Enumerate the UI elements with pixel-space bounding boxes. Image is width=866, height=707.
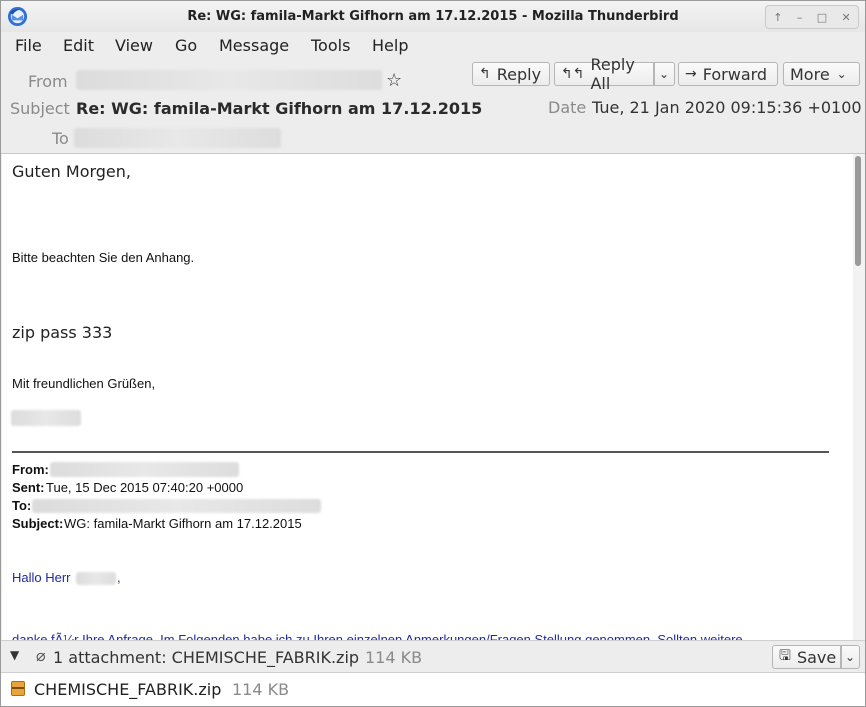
window-title: Re: WG: famila-Markt Gifhorn am 17.12.20… (187, 9, 679, 24)
closing-text: Mit freundlichen Grüßen, (12, 376, 156, 391)
body-line-attachment: Bitte beachten Sie den Anhang. (12, 250, 195, 265)
attachment-summary[interactable]: 1 attachment: CHEMISCHE_FABRIK.zip (53, 648, 359, 667)
reply-all-dropdown[interactable]: ⌄ (654, 62, 675, 86)
subject-label: Subject (10, 99, 70, 118)
maximize-icon[interactable]: □ (817, 11, 827, 24)
subject-value: Re: WG: famila-Markt Gifhorn am 17.12.20… (76, 99, 483, 118)
from-label: From (28, 72, 68, 91)
save-label: Save (796, 647, 837, 667)
window-controls: ↑ – □ ✕ (765, 5, 859, 29)
message-body[interactable]: Guten Morgen, Bitte beachten Sie den Anh… (2, 154, 853, 640)
attachment-summary-size: 114 KB (365, 648, 423, 667)
attachment-item[interactable]: CHEMISCHE_FABRIK.zip 114 KB (1, 673, 865, 706)
quoted-subject-value: WG: famila-Markt Gifhorn am 17.12.2015 (64, 516, 302, 531)
paperclip-icon: ⌀ (36, 646, 46, 665)
menu-go[interactable]: Go (175, 36, 197, 55)
to-label: To (52, 129, 69, 148)
message-header: From ☆ Subject Re: WG: famila-Markt Gifh… (1, 55, 865, 154)
attachment-list: CHEMISCHE_FABRIK.zip 114 KB (1, 672, 865, 706)
forward-button[interactable]: → Forward (678, 62, 778, 86)
reply-button[interactable]: ↰ Reply (472, 62, 550, 86)
forward-label: Forward (702, 64, 768, 84)
quoted-from-redacted (50, 462, 239, 477)
quoted-sent-label: Sent: (12, 480, 45, 495)
attachment-size: 114 KB (232, 680, 290, 699)
quoted-sent-value: Tue, 15 Dec 2015 07:40:20 +0000 (46, 480, 244, 495)
menu-view[interactable]: View (115, 36, 153, 55)
hello-text: Hallo Herr (12, 570, 71, 585)
chevron-down-icon: ⌄ (845, 650, 856, 664)
menu-help[interactable]: Help (372, 36, 408, 55)
more-button[interactable]: More ⌄ (783, 62, 860, 86)
keep-above-icon[interactable]: ↑ (773, 11, 782, 24)
chevron-down-icon: ⌄ (659, 67, 670, 81)
save-icon: 🖫 (779, 648, 791, 664)
from-value-redacted[interactable] (76, 70, 382, 90)
save-dropdown[interactable]: ⌄ (841, 645, 860, 669)
date-label: Date (548, 98, 587, 117)
zip-file-icon (11, 681, 25, 696)
reply-all-button[interactable]: ↰↰ Reply All (554, 55, 654, 93)
close-icon[interactable]: ✕ (842, 11, 851, 24)
star-icon[interactable]: ☆ (386, 70, 402, 91)
quote-divider (12, 451, 829, 453)
menu-file[interactable]: File (15, 36, 42, 55)
vertical-scrollbar[interactable] (853, 154, 865, 640)
reply-all-label: Reply All (590, 55, 635, 93)
attachment-name: CHEMISCHE_FABRIK.zip (34, 680, 222, 699)
reply-all-icon: ↰↰ (561, 66, 585, 82)
date-value: Tue, 21 Jan 2020 09:15:36 +0100 (592, 98, 862, 117)
minimize-icon[interactable]: – (797, 11, 803, 24)
signature-redacted (11, 410, 81, 426)
title-bar: Re: WG: famila-Markt Gifhorn am 17.12.20… (1, 1, 865, 32)
forward-icon: → (685, 66, 697, 82)
hello-comma: , (117, 570, 121, 585)
scrollbar-thumb[interactable] (855, 156, 861, 266)
menu-bar: File Edit View Go Message Tools Help (1, 32, 865, 59)
quoted-to-label: To: (12, 498, 32, 513)
menu-message[interactable]: Message (219, 36, 289, 55)
thunderbird-window: Re: WG: famila-Markt Gifhorn am 17.12.20… (0, 0, 866, 707)
zip-pass-text: zip pass 333 (12, 323, 113, 342)
quoted-to-redacted (32, 499, 321, 513)
reply-label: Reply (496, 64, 542, 84)
quoted-from-label: From: (12, 462, 49, 477)
reply-icon: ↰ (479, 66, 491, 82)
menu-tools[interactable]: Tools (311, 36, 350, 55)
chevron-down-icon: ⌄ (836, 67, 847, 81)
name-redacted (76, 572, 116, 585)
cut-off-line: danke fÃ¼r Ihre Anfrage. Im Folgenden ha… (12, 632, 743, 640)
menu-edit[interactable]: Edit (63, 36, 94, 55)
collapse-toggle-icon[interactable]: ▼ (10, 648, 19, 662)
greeting-text: Guten Morgen, (12, 162, 131, 181)
to-value-redacted[interactable] (74, 128, 281, 148)
more-label: More (790, 64, 830, 84)
quoted-subject-label: Subject: (12, 516, 64, 531)
attachment-bar: ▼ ⌀ 1 attachment: CHEMISCHE_FABRIK.zip 1… (1, 640, 865, 673)
save-button[interactable]: 🖫 Save (772, 645, 841, 669)
